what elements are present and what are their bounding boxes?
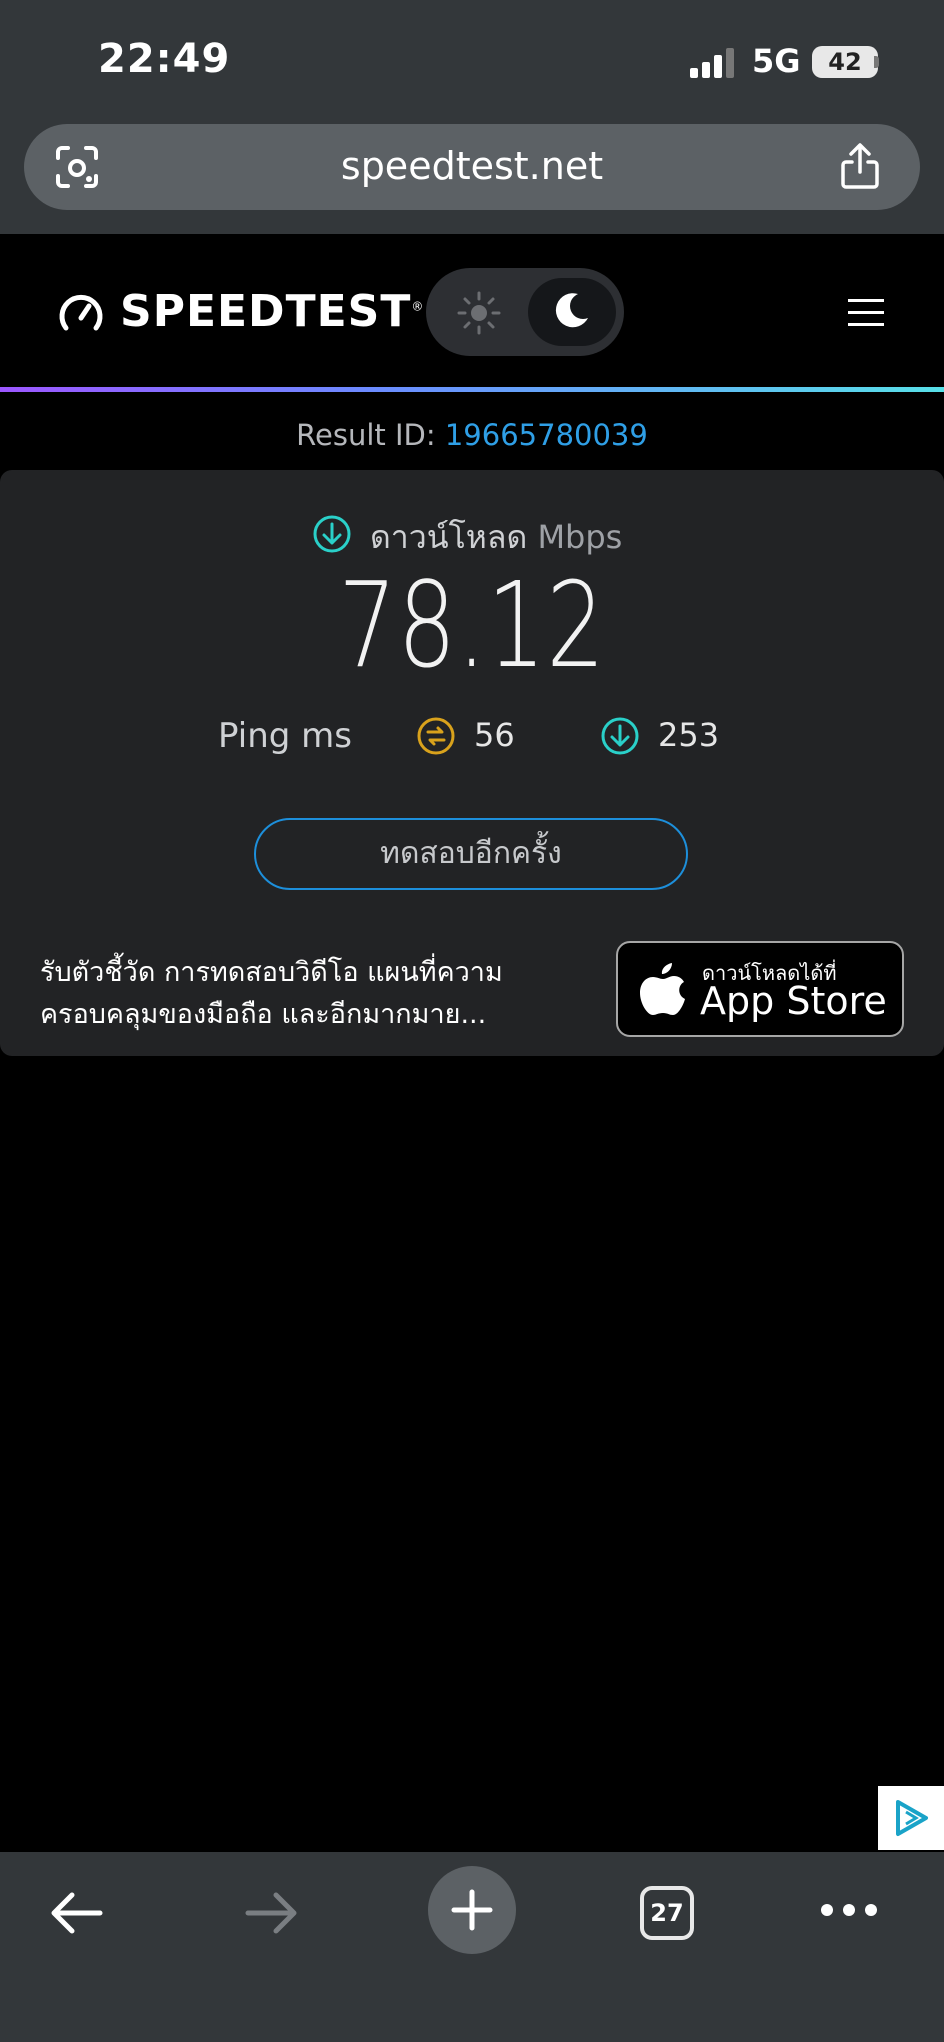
tab-switcher-button[interactable]: 27 xyxy=(640,1886,694,1940)
app-promo-line2: ครอบคลุมของมือถือ และอีกมากมาย... xyxy=(40,999,487,1030)
download-ping-value: 253 xyxy=(658,716,720,754)
browser-bottom-toolbar: 27 xyxy=(0,1852,944,2042)
sun-icon[interactable] xyxy=(456,290,502,336)
result-id-link[interactable]: 19665780039 xyxy=(445,418,648,452)
app-promo-line1: รับตัวชี้วัด การทดสอบวิดีโอ แผนที่ความ xyxy=(40,957,503,988)
download-arrow-icon xyxy=(313,515,351,553)
adchoices-icon xyxy=(896,1800,928,1836)
back-arrow-icon[interactable] xyxy=(48,1888,104,1938)
more-options-icon[interactable] xyxy=(820,1902,878,1918)
header-gradient-divider xyxy=(0,387,944,392)
speedtest-logo-text[interactable]: SPEEDTEST® xyxy=(120,286,424,337)
apple-logo-icon xyxy=(640,963,685,1015)
battery-indicator: 42 xyxy=(812,46,878,78)
result-id-line: Result ID: 19665780039 xyxy=(0,418,944,452)
plus-icon xyxy=(451,1889,493,1931)
test-again-button[interactable]: ทดสอบอีกครั้ง xyxy=(254,818,688,890)
download-speed-value: 78.12 xyxy=(338,556,606,694)
download-label-text: ดาวน์โหลด xyxy=(370,518,528,556)
url-text[interactable]: speedtest.net xyxy=(24,144,920,188)
hamburger-menu-icon[interactable] xyxy=(848,298,884,328)
address-bar[interactable]: speedtest.net xyxy=(24,124,920,210)
app-store-badge[interactable]: ดาวน์โหลดได้ที่ App Store xyxy=(616,941,904,1037)
forward-arrow-icon[interactable] xyxy=(244,1888,300,1938)
ping-label: Ping ms xyxy=(218,716,352,756)
app-store-big-text: App Store xyxy=(700,979,887,1023)
network-type: 5G xyxy=(752,42,801,80)
idle-ping-value: 56 xyxy=(474,716,515,754)
new-tab-button[interactable] xyxy=(428,1866,516,1954)
idle-ping-icon xyxy=(417,717,455,755)
download-unit: Mbps xyxy=(537,518,623,556)
moon-icon[interactable] xyxy=(552,290,592,330)
cellular-signal-icon xyxy=(690,48,734,78)
status-time: 22:49 xyxy=(98,36,231,82)
speedtest-logo-icon[interactable] xyxy=(58,290,104,336)
result-id-label: Result ID: xyxy=(296,418,445,452)
app-promo-text: รับตัวชี้วัด การทดสอบวิดีโอ แผนที่ความ ค… xyxy=(40,952,560,1036)
adchoices-badge[interactable] xyxy=(878,1786,944,1850)
battery-tip xyxy=(874,56,879,68)
share-icon[interactable] xyxy=(838,142,882,190)
download-ping-icon xyxy=(601,717,639,755)
